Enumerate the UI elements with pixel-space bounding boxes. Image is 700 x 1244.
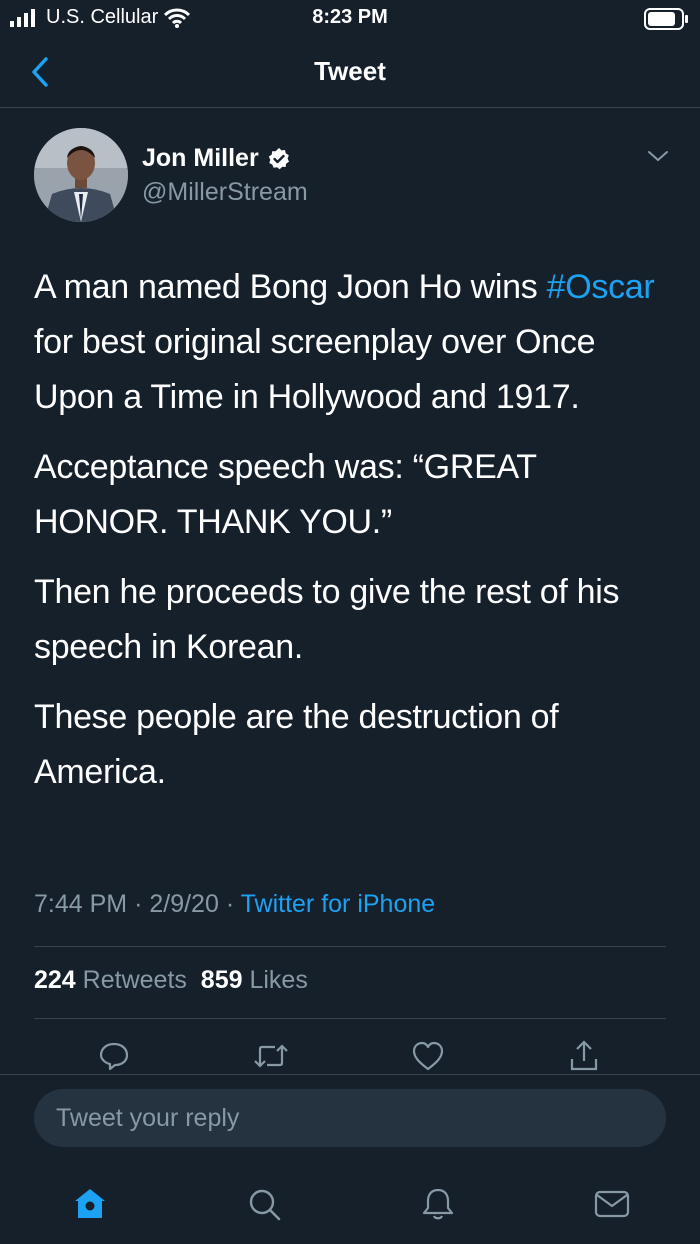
tweet-date: 2/9/20 xyxy=(149,890,219,918)
tweet-source-link[interactable]: Twitter for iPhone xyxy=(241,890,436,918)
share-icon[interactable] xyxy=(566,1038,602,1074)
search-icon[interactable] xyxy=(244,1184,284,1224)
tweet-text: A man named Bong Joon Ho wins xyxy=(34,268,538,306)
tweet-meta: 7:44 PM · 2/9/20 · Twitter for iPhone xyxy=(34,890,435,919)
retweets-count: 224 xyxy=(34,966,76,994)
nav-bar: Tweet xyxy=(0,36,700,108)
author-row: Jon Miller xyxy=(142,144,291,173)
retweets-label: Retweets xyxy=(82,966,187,994)
likes-label: Likes xyxy=(249,966,308,994)
divider xyxy=(34,946,666,947)
meta-separator: · xyxy=(225,890,235,918)
retweet-icon[interactable] xyxy=(253,1038,289,1074)
like-icon[interactable] xyxy=(410,1038,446,1074)
divider xyxy=(34,1018,666,1019)
tweet-text: for best original screenplay over Once U… xyxy=(34,323,596,416)
messages-icon[interactable] xyxy=(592,1184,632,1224)
author-handle[interactable]: @MillerStream xyxy=(142,178,308,207)
reply-composer: Tweet your reply xyxy=(0,1074,700,1158)
likes-stat[interactable]: 859 Likes xyxy=(201,966,308,994)
notifications-icon[interactable] xyxy=(418,1184,458,1224)
tweet-actions xyxy=(0,1038,700,1074)
tweet-paragraph: A man named Bong Joon Ho wins #Oscar for… xyxy=(34,260,674,425)
chevron-down-icon[interactable] xyxy=(646,148,670,169)
status-time: 8:23 PM xyxy=(312,6,388,28)
reply-input[interactable]: Tweet your reply xyxy=(34,1089,666,1147)
status-bar: U.S. Cellular 8:23 PM xyxy=(0,0,700,36)
likes-count: 859 xyxy=(200,966,243,994)
meta-separator: · xyxy=(134,890,143,918)
avatar[interactable] xyxy=(34,128,128,222)
retweets-stat[interactable]: 224 Retweets xyxy=(34,966,187,994)
tweet-body: A man named Bong Joon Ho wins #Oscar for… xyxy=(34,260,674,815)
verified-badge-icon xyxy=(268,147,289,169)
battery-icon xyxy=(644,8,690,35)
home-icon[interactable] xyxy=(70,1184,110,1224)
hashtag-link[interactable]: #Oscar xyxy=(547,268,655,306)
tweet-stats: 224 Retweets 859 Likes xyxy=(34,966,308,995)
author-name[interactable]: Jon Miller xyxy=(142,144,259,173)
tweet-paragraph: These people are the destruction of Amer… xyxy=(34,698,559,791)
page-title: Tweet xyxy=(314,56,386,86)
reply-icon[interactable] xyxy=(96,1038,132,1074)
tweet-paragraph: Then he proceeds to give the rest of his… xyxy=(34,573,620,666)
tweet-paragraph: Acceptance speech was: “GREAT HONOR. THA… xyxy=(34,448,537,541)
tab-bar xyxy=(0,1158,700,1244)
tweet-time: 7:44 PM xyxy=(34,890,128,918)
